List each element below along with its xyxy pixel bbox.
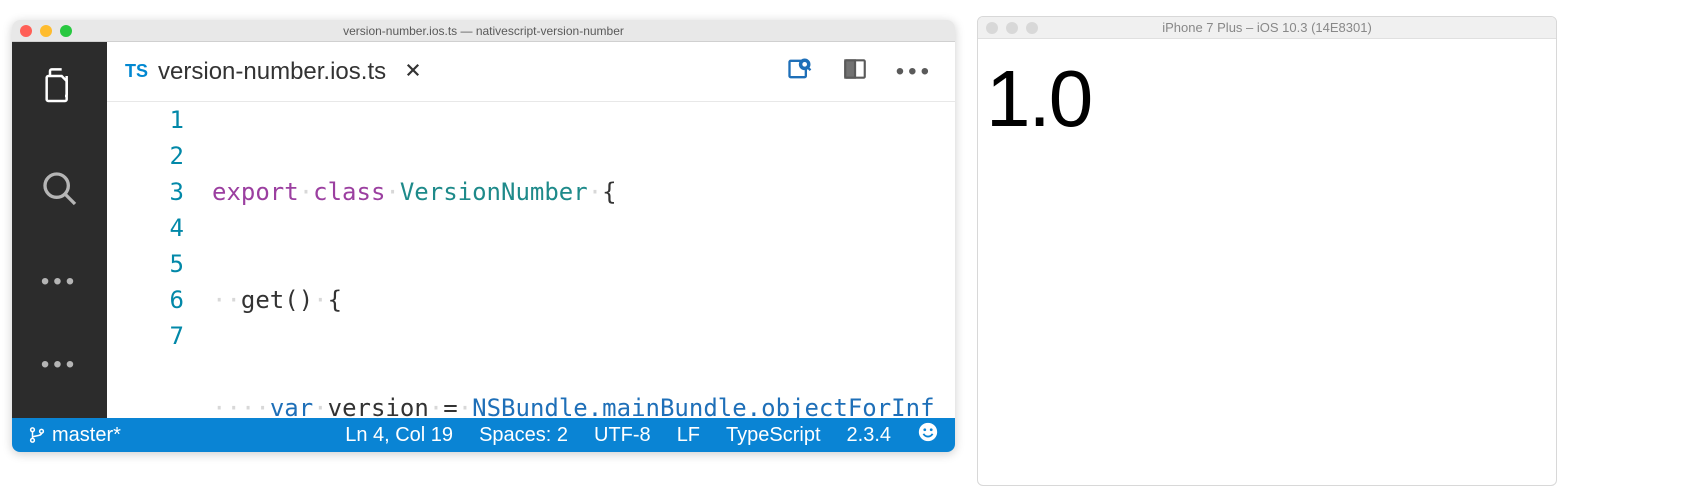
line-gutter: 1 2 3 4 5 6 7 xyxy=(107,102,212,418)
code-line[interactable]: ····var·version·=·NSBundle.mainBundle.ob… xyxy=(212,390,955,418)
tab-filename: version-number.ios.ts xyxy=(158,58,386,86)
line-number: 7 xyxy=(107,318,184,354)
simulator-window: iPhone 7 Plus – iOS 10.3 (14E8301) 1.0 xyxy=(977,16,1557,486)
simulator-window-controls xyxy=(986,22,1038,34)
status-encoding[interactable]: UTF-8 xyxy=(594,424,651,447)
tab-ts-badge: TS xyxy=(125,61,148,82)
window-title: version-number.ios.ts — nativescript-ver… xyxy=(12,24,955,38)
tabs-row: TS version-number.ios.ts xyxy=(107,42,955,102)
status-spaces[interactable]: Spaces: 2 xyxy=(479,424,568,447)
preview-icon[interactable] xyxy=(786,55,814,88)
code-lines[interactable]: export·class·VersionNumber·{ ··get()·{ ·… xyxy=(212,102,955,418)
line-number: 1 xyxy=(107,102,184,138)
minimize-window-button[interactable] xyxy=(40,25,52,37)
status-eol[interactable]: LF xyxy=(677,424,700,447)
close-window-button[interactable] xyxy=(986,22,998,34)
close-tab-icon[interactable] xyxy=(404,59,422,85)
minimize-window-button[interactable] xyxy=(1006,22,1018,34)
git-branch-item[interactable]: master* xyxy=(28,424,121,447)
status-language[interactable]: TypeScript xyxy=(726,424,820,447)
line-number: 5 xyxy=(107,246,184,282)
code-line[interactable]: export·class·VersionNumber·{ xyxy=(212,174,955,210)
simulator-titlebar[interactable]: iPhone 7 Plus – iOS 10.3 (14E8301) xyxy=(978,17,1556,39)
status-version[interactable]: 2.3.4 xyxy=(847,424,891,447)
activity-more-icon[interactable]: ••• xyxy=(41,268,78,296)
maximize-window-button[interactable] xyxy=(60,25,72,37)
status-bar: master* Ln 4, Col 19 Spaces: 2 UTF-8 LF … xyxy=(12,418,955,452)
feedback-icon[interactable] xyxy=(917,421,939,449)
version-display-text: 1.0 xyxy=(986,59,1548,139)
more-actions-icon[interactable]: ••• xyxy=(896,58,933,86)
activity-more-2-icon[interactable]: ••• xyxy=(41,351,78,379)
git-branch-icon xyxy=(28,426,46,444)
git-branch-name: master* xyxy=(52,424,121,447)
code-editor[interactable]: 1 2 3 4 5 6 7 export·class·VersionNumber… xyxy=(107,102,955,418)
line-number: 4 xyxy=(107,210,184,246)
status-lncol[interactable]: Ln 4, Col 19 xyxy=(345,424,453,447)
split-editor-icon[interactable] xyxy=(842,56,868,87)
vscode-window: version-number.ios.ts — nativescript-ver… xyxy=(12,20,955,452)
editor-actions: ••• xyxy=(786,55,955,88)
code-line[interactable]: ··get()·{ xyxy=(212,282,955,318)
maximize-window-button[interactable] xyxy=(1026,22,1038,34)
search-icon[interactable] xyxy=(36,165,84,213)
explorer-icon[interactable] xyxy=(36,62,84,110)
tab-file[interactable]: TS version-number.ios.ts xyxy=(107,42,440,101)
window-controls xyxy=(20,25,72,37)
line-number: 2 xyxy=(107,138,184,174)
vscode-titlebar[interactable]: version-number.ios.ts — nativescript-ver… xyxy=(12,20,955,42)
simulator-screen[interactable]: 1.0 xyxy=(978,39,1556,485)
editor-area: TS version-number.ios.ts xyxy=(107,42,955,418)
line-number: 6 xyxy=(107,282,184,318)
line-number: 3 xyxy=(107,174,184,210)
simulator-title: iPhone 7 Plus – iOS 10.3 (14E8301) xyxy=(978,20,1556,35)
activity-bar: ••• ••• xyxy=(12,42,107,418)
close-window-button[interactable] xyxy=(20,25,32,37)
